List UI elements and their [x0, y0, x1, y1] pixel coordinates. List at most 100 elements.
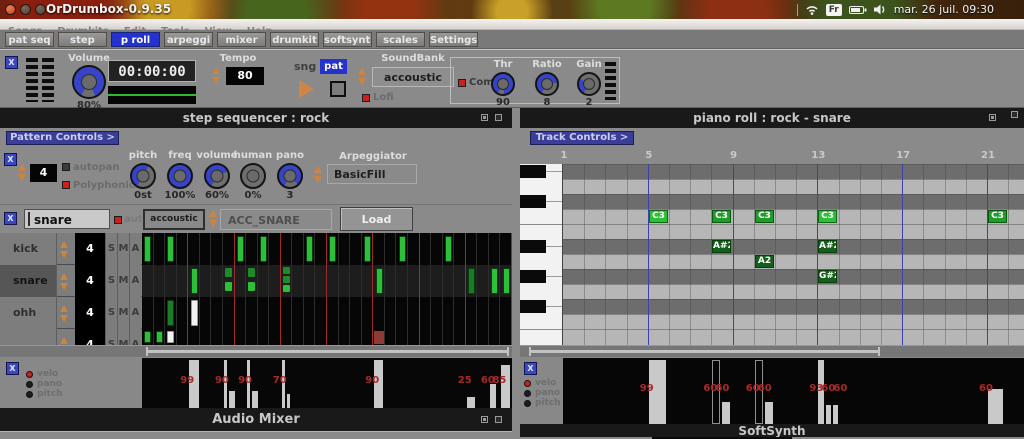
velocity-bar[interactable]	[765, 402, 773, 424]
step-cell[interactable]	[142, 297, 154, 329]
step-cell[interactable]	[350, 329, 362, 345]
step-cell[interactable]	[454, 297, 466, 329]
step-cell[interactable]	[258, 329, 270, 345]
step-cell[interactable]	[235, 297, 247, 329]
step-cell[interactable]	[362, 265, 374, 297]
piano-roll-scrollbar[interactable]	[520, 345, 1024, 357]
auto-checkbox[interactable]	[114, 216, 122, 224]
piano-roll-note[interactable]: C3	[818, 210, 837, 223]
track-m-button[interactable]: M	[117, 297, 129, 329]
step-note[interactable]	[283, 267, 290, 274]
pitch-row-C3[interactable]	[563, 209, 1024, 224]
velocity-panel-close-button[interactable]: X	[6, 362, 19, 375]
step-cell[interactable]	[500, 329, 512, 345]
wifi-icon[interactable]	[805, 4, 819, 15]
step-cell[interactable]	[466, 329, 478, 345]
track-name[interactable]: snare	[0, 265, 57, 297]
step-cell[interactable]	[269, 265, 281, 297]
step-cell[interactable]	[177, 329, 189, 345]
step-cell[interactable]	[223, 297, 235, 329]
step-cell[interactable]	[396, 297, 408, 329]
main-volume-knob[interactable]	[72, 65, 106, 99]
step-cell[interactable]	[431, 233, 443, 265]
step-grid-scrollbar[interactable]	[0, 345, 512, 357]
step-cell[interactable]	[142, 265, 154, 297]
step-note[interactable]	[167, 236, 174, 262]
piano-roll-note[interactable]: A#2	[818, 240, 837, 253]
track-length-spinner[interactable]	[60, 337, 69, 345]
soundbank-value[interactable]: accoustic	[372, 67, 454, 87]
step-cell[interactable]	[292, 233, 304, 265]
step-cell[interactable]	[339, 329, 351, 345]
step-note[interactable]	[329, 236, 336, 262]
step-cell[interactable]	[223, 329, 235, 345]
black-key-F#2[interactable]	[520, 300, 546, 313]
panel-maximize-icon[interactable]	[495, 114, 502, 121]
velocity-mode-radio-pano[interactable]	[524, 390, 531, 397]
track-name[interactable]: ohh	[0, 297, 57, 329]
tab-settings[interactable]: Settings	[429, 32, 478, 47]
pitch-row-E2[interactable]	[563, 329, 1024, 344]
pattern-human-knob[interactable]	[240, 163, 266, 189]
step-note[interactable]	[283, 276, 290, 283]
step-note[interactable]	[283, 285, 290, 292]
velocity-mode-radio-pitch[interactable]	[26, 391, 33, 398]
clock[interactable]: mar. 26 juil. 09:30	[894, 3, 994, 16]
step-cell[interactable]	[385, 265, 397, 297]
arpeggiator-value[interactable]: BasicFill	[327, 164, 417, 184]
step-cell[interactable]	[246, 329, 258, 345]
track-m-button[interactable]: M	[117, 265, 129, 297]
step-cell[interactable]	[408, 233, 420, 265]
track-m-button[interactable]: M	[117, 233, 129, 265]
step-cell[interactable]	[339, 297, 351, 329]
step-cell[interactable]	[177, 297, 189, 329]
step-note[interactable]	[144, 236, 151, 262]
load-sound-button[interactable]: Load Sound	[340, 207, 413, 231]
velocity-bar[interactable]	[501, 365, 510, 408]
step-cell[interactable]	[350, 233, 362, 265]
step-cell[interactable]	[362, 329, 374, 345]
velocity-bar[interactable]	[490, 384, 496, 408]
step-cell[interactable]	[431, 265, 443, 297]
step-cell[interactable]	[339, 233, 351, 265]
knob-row-close-button[interactable]: X	[4, 153, 17, 166]
step-cell[interactable]	[385, 233, 397, 265]
step-cell[interactable]	[165, 265, 177, 297]
comp-thr-knob[interactable]	[491, 72, 515, 96]
stop-button[interactable]	[330, 81, 346, 97]
step-cell[interactable]	[177, 233, 189, 265]
pattern-length-value[interactable]: 4	[30, 164, 57, 182]
step-cell[interactable]	[477, 329, 489, 345]
step-cell[interactable]	[408, 329, 420, 345]
step-cell[interactable]	[304, 265, 316, 297]
step-cell[interactable]	[281, 297, 293, 329]
track-a-button[interactable]: A	[129, 297, 141, 329]
track-a-button[interactable]: A	[129, 329, 141, 345]
step-cell[interactable]	[443, 265, 455, 297]
piano-roll-note[interactable]: A2	[755, 255, 774, 268]
step-cell[interactable]	[408, 265, 420, 297]
step-cell[interactable]	[327, 265, 339, 297]
window-close-button[interactable]	[5, 4, 16, 15]
step-note[interactable]	[225, 268, 232, 277]
step-cell[interactable]	[223, 233, 235, 265]
tab-arpeggi[interactable]: arpeggi	[164, 32, 213, 47]
step-cell[interactable]	[292, 265, 304, 297]
pattern-mode-button[interactable]: pat	[320, 59, 347, 74]
step-cell[interactable]	[327, 297, 339, 329]
piano-roll-grid[interactable]: C3C3C3C3C3A#2A#2A2G#2	[563, 164, 1024, 345]
velocity-bar[interactable]	[988, 389, 1003, 424]
step-cell[interactable]	[373, 297, 385, 329]
step-cell[interactable]	[269, 297, 281, 329]
piano-roll-note[interactable]: C3	[712, 210, 731, 223]
step-note[interactable]	[260, 236, 267, 262]
tab-mixer[interactable]: mixer	[217, 32, 266, 47]
velocity-bar[interactable]	[833, 405, 838, 424]
panel-restore-icon[interactable]	[481, 114, 488, 121]
pitch-row-A#2[interactable]	[563, 239, 1024, 254]
step-cell[interactable]	[235, 265, 247, 297]
pattern-pano-knob[interactable]	[277, 163, 303, 189]
step-note[interactable]	[468, 268, 475, 294]
step-cell[interactable]	[246, 297, 258, 329]
window-minimize-button[interactable]	[20, 4, 31, 15]
